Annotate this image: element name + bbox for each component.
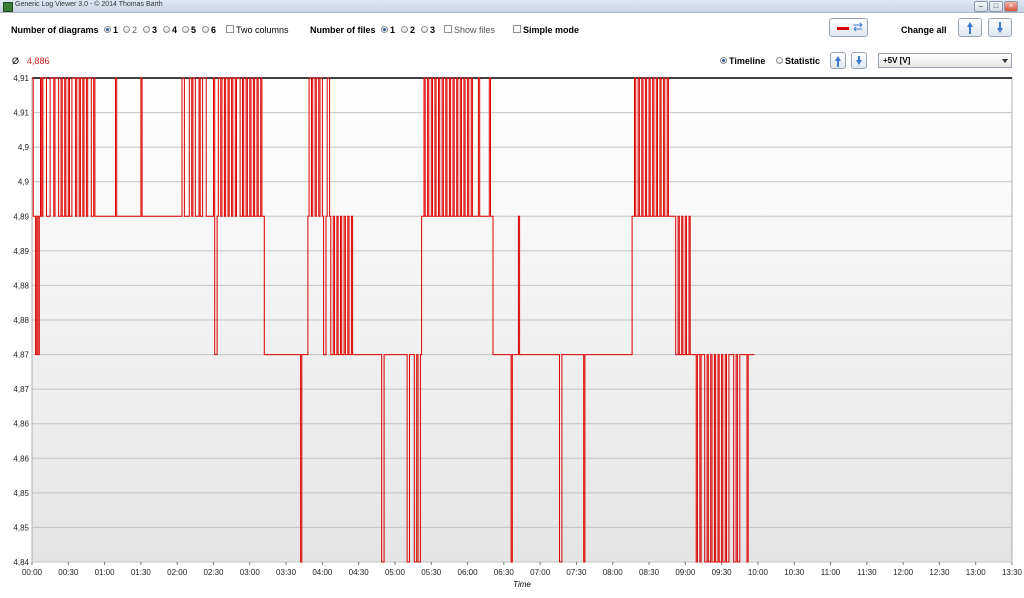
x-tick-label: 00:00 (22, 568, 43, 577)
y-axis-labels: 4,84 4,85 4,85 4,86 4,86 4,87 4,87 4,88 4,88 4,89… (13, 74, 29, 567)
y-tick-label: 4,85 (13, 489, 29, 498)
timeline-chart: 4,84 4,85 4,85 4,86 4,86 4,87 4,87 4,88 4,88 4,89… (13, 74, 1023, 589)
x-tick-label: 08:30 (639, 568, 660, 577)
y-tick-label: 4,88 (13, 281, 29, 290)
x-tick-label: 01:30 (131, 568, 152, 577)
y-tick-label: 4,91 (13, 109, 29, 118)
x-axis-labels: 00:00 00:30 01:00 01:30 02:00 02:30 03:00 03:30… (22, 562, 1023, 577)
x-tick-label: 02:30 (203, 568, 224, 577)
x-tick-label: 04:30 (349, 568, 370, 577)
x-tick-label: 07:00 (530, 568, 551, 577)
x-tick-label: 12:00 (893, 568, 914, 577)
x-tick-label: 01:00 (95, 568, 116, 577)
x-axis-title: Time (513, 580, 531, 589)
y-tick-label: 4,91 (13, 74, 29, 83)
x-tick-label: 03:00 (240, 568, 261, 577)
x-tick-label: 05:30 (421, 568, 442, 577)
x-tick-label: 11:00 (821, 568, 841, 577)
x-tick-label: 02:00 (167, 568, 188, 577)
x-tick-label: 10:30 (784, 568, 805, 577)
y-tick-label: 4,89 (13, 247, 29, 256)
y-tick-label: 4,87 (13, 351, 29, 360)
x-tick-label: 06:30 (494, 568, 515, 577)
y-tick-label: 4,85 (13, 523, 29, 532)
y-tick-label: 4,89 (13, 212, 29, 221)
x-tick-label: 07:30 (566, 568, 587, 577)
x-tick-label: 04:00 (312, 568, 333, 577)
x-tick-label: 13:00 (966, 568, 987, 577)
x-tick-label: 12:30 (929, 568, 950, 577)
x-tick-label: 00:30 (58, 568, 79, 577)
x-tick-label: 09:00 (675, 568, 696, 577)
y-tick-label: 4,9 (18, 143, 30, 152)
x-tick-label: 06:00 (458, 568, 479, 577)
y-tick-label: 4,9 (18, 178, 30, 187)
x-tick-label: 03:30 (276, 568, 297, 577)
x-tick-label: 11:30 (857, 568, 877, 577)
y-tick-label: 4,84 (13, 558, 29, 567)
y-tick-label: 4,88 (13, 316, 29, 325)
x-tick-label: 10:00 (748, 568, 769, 577)
x-tick-label: 13:30 (1002, 568, 1023, 577)
x-tick-label: 09:30 (712, 568, 733, 577)
x-tick-label: 08:00 (603, 568, 624, 577)
y-tick-label: 4,86 (13, 454, 29, 463)
y-tick-label: 4,86 (13, 420, 29, 429)
x-tick-label: 05:00 (385, 568, 406, 577)
y-tick-label: 4,87 (13, 385, 29, 394)
